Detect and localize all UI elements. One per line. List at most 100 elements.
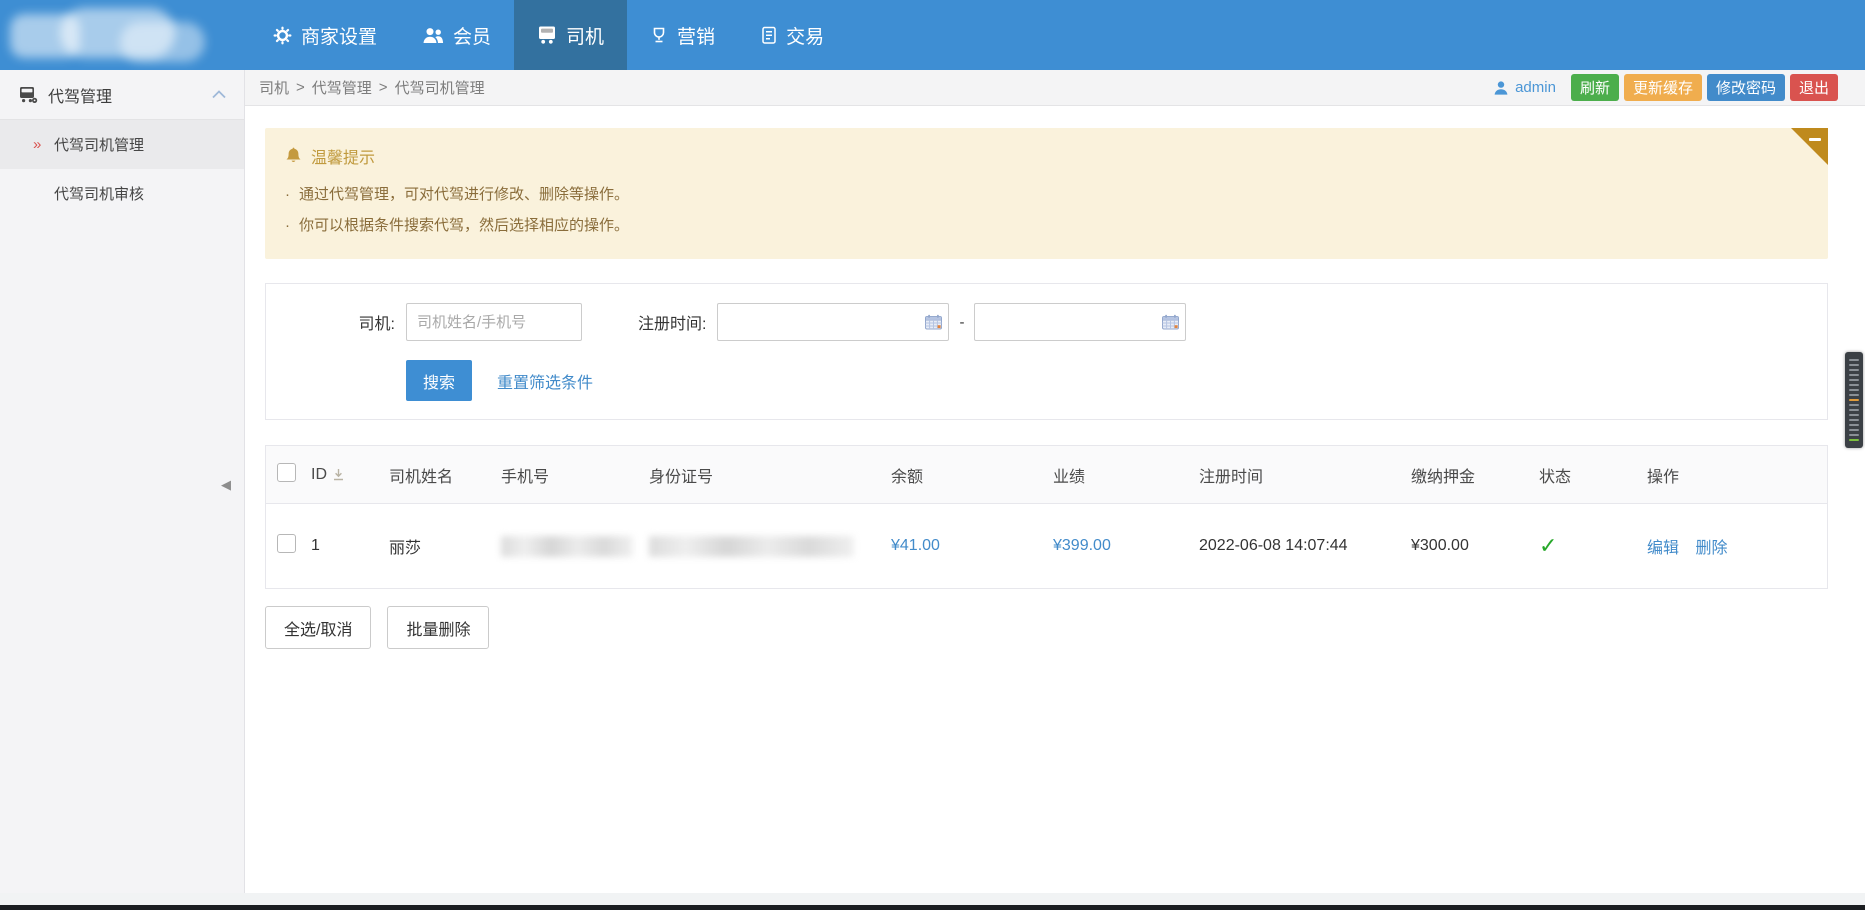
cell-actions: 编辑 删除 xyxy=(1647,534,1827,558)
date-range-separator: - xyxy=(959,314,964,331)
user-icon xyxy=(1493,80,1509,96)
breadcrumb-part: 司机 xyxy=(259,77,289,98)
bell-icon xyxy=(285,147,302,165)
current-user[interactable]: admin xyxy=(1493,79,1556,96)
change-password-button[interactable]: 修改密码 xyxy=(1707,74,1785,101)
nav-item-label: 营销 xyxy=(677,22,715,49)
nav-item-transactions[interactable]: 交易 xyxy=(738,0,847,70)
tip-text: 你可以根据条件搜索代驾，然后选择相应的操作。 xyxy=(299,217,629,234)
batch-delete-button[interactable]: 批量删除 xyxy=(387,606,489,649)
sidebar-item-driver-audit[interactable]: 代驾司机审核 xyxy=(0,169,244,218)
bullet: · xyxy=(285,186,290,203)
column-phone: 手机号 xyxy=(501,463,649,487)
register-time-to-input[interactable] xyxy=(974,303,1186,341)
redacted-phone xyxy=(501,536,633,557)
car-icon xyxy=(537,25,557,45)
header-checkbox-cell xyxy=(266,463,311,487)
minimap-marker xyxy=(1849,429,1859,431)
sidebar-item-label: 代驾司机管理 xyxy=(54,134,144,155)
active-marker-icon: » xyxy=(33,136,41,153)
nav-item-merchant-settings[interactable]: 商家设置 xyxy=(250,0,400,70)
sidebar-item-label: 代驾司机审核 xyxy=(54,183,144,204)
bulk-actions: 全选/取消 批量删除 xyxy=(265,606,1828,649)
calendar-icon[interactable] xyxy=(1162,315,1179,330)
minimap-marker xyxy=(1849,424,1859,426)
minus-icon xyxy=(1809,138,1821,141)
date-from-wrap xyxy=(717,303,949,341)
search-form-row: 司机: 注册时间: xyxy=(266,303,1827,341)
search-button[interactable]: 搜索 xyxy=(406,360,472,401)
minimap-marker xyxy=(1849,434,1859,436)
tips-title: 温馨提示 xyxy=(311,144,375,168)
sidebar: 代驾管理 » 代驾司机管理 代驾司机审核 xyxy=(0,70,245,893)
column-deposit: 缴纳押金 xyxy=(1411,463,1539,487)
tips-panel: 温馨提示 ·通过代驾管理，可对代驾进行修改、删除等操作。 ·你可以根据条件搜索代… xyxy=(265,128,1828,259)
cell-phone xyxy=(501,536,649,557)
cell-deposit: ¥300.00 xyxy=(1411,537,1539,555)
sidebar-collapse-handle[interactable]: ◀ xyxy=(221,477,231,493)
minimap-marker xyxy=(1849,419,1859,421)
redacted-id-number xyxy=(649,536,854,557)
column-actions: 操作 xyxy=(1647,463,1827,487)
reset-filters-link[interactable]: 重置筛选条件 xyxy=(497,369,593,393)
column-id: ID xyxy=(311,466,389,484)
sort-icon[interactable] xyxy=(332,468,345,481)
edit-link[interactable]: 编辑 xyxy=(1647,540,1679,557)
row-checkbox[interactable] xyxy=(277,534,296,553)
breadcrumb-separator: > xyxy=(296,79,305,96)
nav-item-drivers[interactable]: 司机 xyxy=(514,0,627,70)
cell-balance: ¥41.00 xyxy=(891,537,1053,555)
minimap-marker xyxy=(1849,394,1859,396)
breadcrumb-bar: 司机 > 代驾管理 > 代驾司机管理 admin 刷新 更新缓存 xyxy=(245,70,1865,106)
nav-item-members[interactable]: 会员 xyxy=(400,0,514,70)
tips-collapse-corner[interactable] xyxy=(1791,128,1828,165)
sidebar-item-driver-manage[interactable]: » 代驾司机管理 xyxy=(0,120,244,169)
delete-link[interactable]: 删除 xyxy=(1695,540,1727,557)
select-all-checkbox[interactable] xyxy=(277,463,296,482)
calendar-icon[interactable] xyxy=(925,315,942,330)
main-area: 司机 > 代驾管理 > 代驾司机管理 admin 刷新 更新缓存 xyxy=(245,70,1865,893)
sidebar-group-driver-management[interactable]: 代驾管理 xyxy=(0,70,244,120)
refresh-button[interactable]: 刷新 xyxy=(1571,74,1619,101)
register-time-label: 注册时间: xyxy=(638,310,717,334)
breadcrumb-separator: > xyxy=(379,79,388,96)
tip-line: · 你可以根据条件搜索代驾，然后选择相应的操作。 xyxy=(285,210,1808,241)
minimap-marker xyxy=(1849,409,1859,411)
select-all-button[interactable]: 全选/取消 xyxy=(265,606,371,649)
drivers-table: ID 司机姓名 手机号 身份证号 余额 业绩 注册时间 缴纳押金 状态 xyxy=(265,445,1828,589)
document-icon xyxy=(761,26,777,45)
sidebar-group-label: 代驾管理 xyxy=(48,83,112,107)
cell-id: 1 xyxy=(311,537,389,555)
trophy-icon xyxy=(650,26,668,44)
nav-item-label: 司机 xyxy=(566,22,604,49)
window-bottom-edge xyxy=(0,905,1865,910)
minimap-marker xyxy=(1849,404,1859,406)
minimap-marker xyxy=(1849,384,1859,386)
minimap-marker xyxy=(1849,389,1859,391)
minimap-marker xyxy=(1849,359,1859,361)
scroll-minimap-widget[interactable] xyxy=(1845,352,1863,448)
search-actions-row: 搜索 重置筛选条件 xyxy=(266,360,1827,401)
driver-search-input[interactable] xyxy=(406,303,582,341)
bullet: · xyxy=(285,217,290,234)
minimap-marker-orange xyxy=(1849,399,1859,401)
logout-button[interactable]: 退出 xyxy=(1790,74,1838,101)
cell-performance: ¥399.00 xyxy=(1053,537,1199,555)
column-balance: 余额 xyxy=(891,463,1053,487)
breadcrumb-part: 代驾管理 xyxy=(312,77,372,98)
top-navbar: 商家设置 会员 司机 xyxy=(0,0,1865,70)
tips-body: ·通过代驾管理，可对代驾进行修改、删除等操作。 ·你可以根据条件搜索代驾，然后选… xyxy=(285,179,1808,241)
cell-id-number xyxy=(649,536,891,557)
date-to-wrap xyxy=(974,303,1186,341)
nav-item-marketing[interactable]: 营销 xyxy=(627,0,738,70)
driver-label: 司机: xyxy=(266,310,406,334)
table-row: 1 丽莎 ¥41.00 ¥399.00 2022-06-08 14:07:44 … xyxy=(266,504,1827,588)
column-id-number: 身份证号 xyxy=(649,463,891,487)
users-icon xyxy=(423,27,444,44)
row-checkbox-cell xyxy=(266,534,311,558)
register-time-from-input[interactable] xyxy=(717,303,949,341)
update-cache-button[interactable]: 更新缓存 xyxy=(1624,74,1702,101)
page-bottom-band xyxy=(0,893,1865,905)
nav-item-label: 交易 xyxy=(786,22,824,49)
nav-item-label: 商家设置 xyxy=(301,22,377,49)
